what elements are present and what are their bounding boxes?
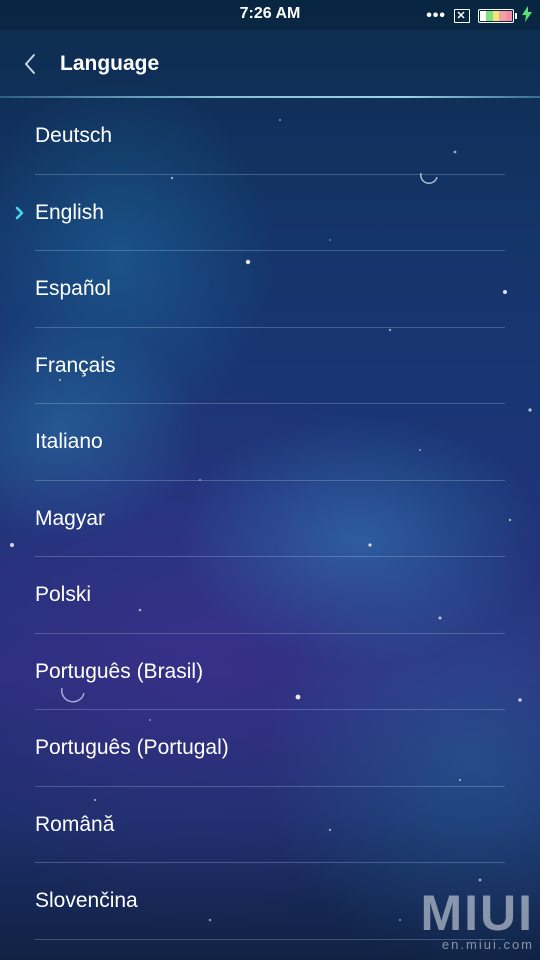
language-label: Polski	[35, 583, 92, 606]
language-label: Română	[35, 812, 115, 836]
language-item[interactable]: Italiano	[0, 404, 540, 481]
language-list: Deutsch English Español Français Italiano Mag…	[0, 98, 540, 940]
language-label: Português (Portugal)	[35, 736, 229, 759]
miui-watermark: MIUI en.miui.com	[420, 885, 534, 952]
watermark-logo: MIUI	[420, 885, 534, 941]
status-bar: 7:26 AM •••	[0, 0, 540, 30]
language-label: Magyar	[35, 506, 106, 530]
lightning-icon	[522, 5, 532, 27]
language-item[interactable]: Português (Brasil)	[0, 634, 540, 711]
language-label: Slovenčina	[35, 889, 138, 912]
language-item[interactable]: Polski	[0, 557, 540, 634]
language-label: Italiano	[35, 430, 103, 453]
language-item[interactable]: English	[0, 175, 540, 252]
language-item[interactable]: Español	[0, 251, 540, 328]
status-icons: •••	[426, 5, 532, 27]
language-label: Français	[35, 353, 116, 377]
language-item[interactable]: Magyar	[0, 481, 540, 558]
language-item[interactable]: Deutsch	[0, 98, 540, 175]
chevron-left-icon	[25, 54, 35, 74]
header: Language	[0, 30, 540, 98]
page-title: Language	[60, 52, 160, 75]
language-label: Deutsch	[35, 124, 113, 147]
language-item[interactable]: Română	[0, 787, 540, 864]
language-item[interactable]: Português (Portugal)	[0, 710, 540, 787]
language-label: Español	[35, 277, 111, 300]
language-item[interactable]: Français	[0, 328, 540, 405]
sim-x-icon	[454, 9, 470, 23]
signal-dots-icon: •••	[426, 7, 446, 24]
language-label: Português (Brasil)	[35, 659, 204, 683]
selected-chevron-icon	[15, 206, 24, 219]
language-label: English	[35, 200, 104, 224]
battery-icon	[478, 9, 517, 23]
back-button[interactable]	[10, 44, 50, 84]
